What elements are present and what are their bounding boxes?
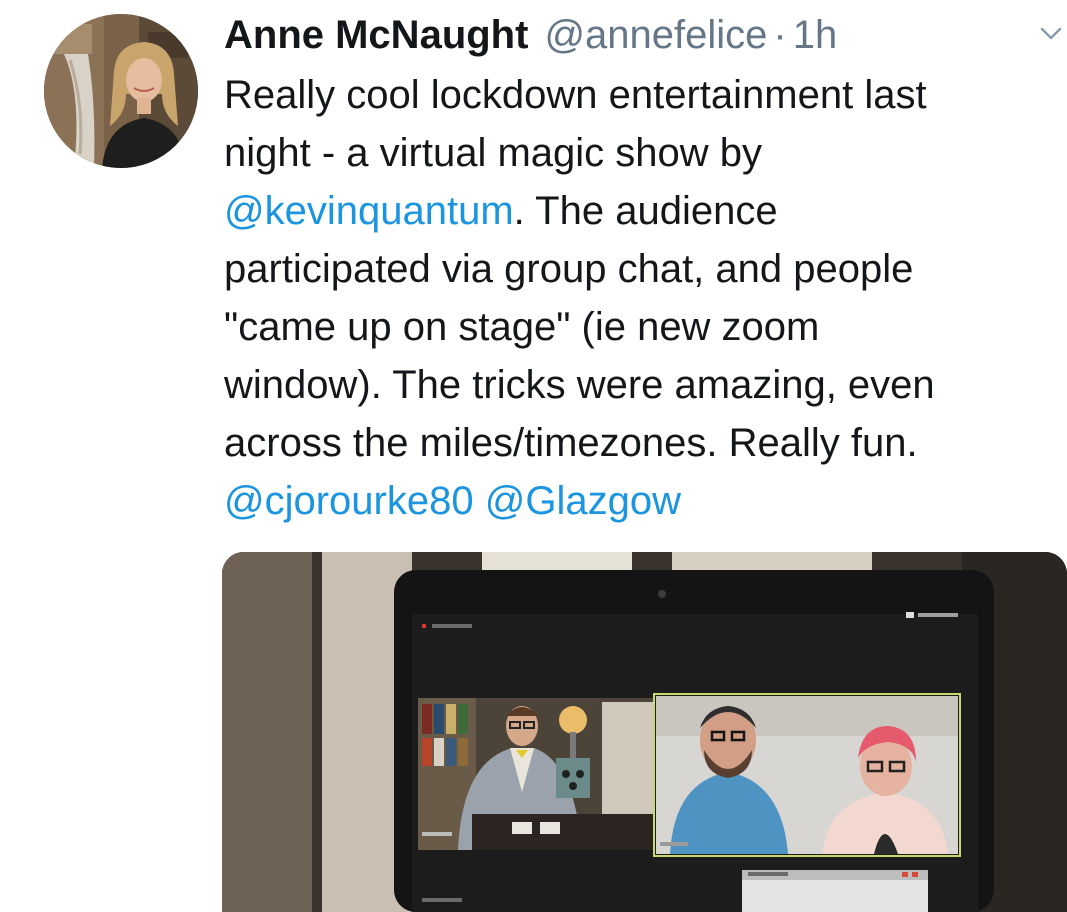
timestamp[interactable]: 1h: [793, 10, 838, 60]
tweet-text-segment: [474, 479, 485, 523]
tweet-text-line: participated via group chat, and people: [224, 240, 1054, 298]
mention-link[interactable]: @kevinquantum: [224, 189, 514, 233]
tweet-text-line: window). The tricks were amazing, even: [224, 356, 1054, 414]
tweet-text-segment: across the miles/timezones. Really fun.: [224, 421, 918, 465]
tweet-header: Anne McNaught @annefelice · 1h: [224, 10, 837, 60]
handle[interactable]: @annefelice: [544, 10, 767, 60]
avatar[interactable]: [44, 14, 198, 168]
tweet-text-segment: window). The tricks were amazing, even: [224, 363, 935, 407]
separator-dot: ·: [773, 13, 787, 57]
tweet-text-segment: participated via group chat, and people: [224, 247, 914, 291]
tweet-text-line: "came up on stage" (ie new zoom: [224, 298, 1054, 356]
display-name[interactable]: Anne McNaught: [224, 10, 528, 60]
tweet-text-line: @cjorourke80 @Glazgow: [224, 472, 1054, 530]
media-photo[interactable]: [222, 552, 1067, 912]
tweet-text-segment: night - a virtual magic show by: [224, 131, 763, 175]
tweet-text-segment: Really cool lockdown entertainment last: [224, 73, 927, 117]
tweet-text-line: Really cool lockdown entertainment last: [224, 66, 1054, 124]
tweet-text-segment: . The audience: [513, 189, 778, 233]
tweet-text-segment: "came up on stage" (ie new zoom: [224, 305, 820, 349]
tweet: Anne McNaught @annefelice · 1h Really co…: [0, 0, 1067, 912]
tweet-text-line: @kevinquantum. The audience: [224, 182, 1054, 240]
tweet-text-line: across the miles/timezones. Really fun.: [224, 414, 1054, 472]
mention-link[interactable]: @Glazgow: [485, 479, 681, 523]
mention-link[interactable]: @cjorourke80: [224, 479, 474, 523]
chevron-down-icon[interactable]: [1040, 26, 1062, 42]
tweet-text-line: night - a virtual magic show by: [224, 124, 1054, 182]
tweet-text: Really cool lockdown entertainment last n…: [224, 66, 1054, 530]
